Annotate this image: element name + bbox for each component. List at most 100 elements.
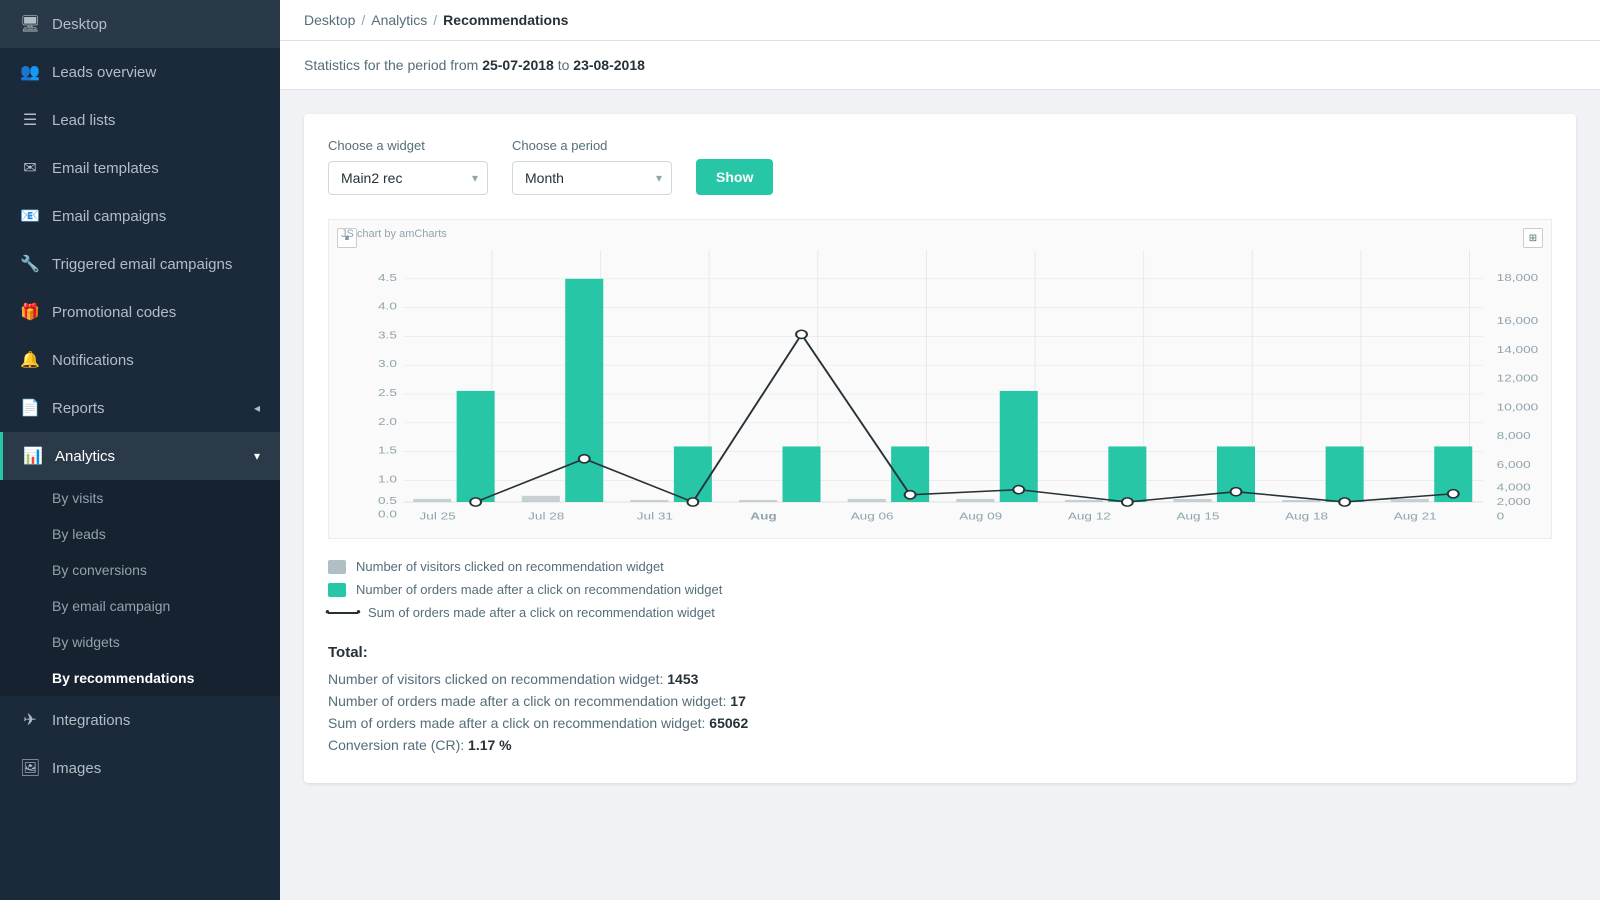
period-label: Choose a period	[512, 138, 672, 153]
by-conversions-label: By conversions	[52, 562, 147, 578]
chart-label: JS chart by amCharts	[341, 228, 447, 240]
breadcrumb-desktop[interactable]: Desktop	[304, 12, 355, 28]
notifications-icon: 🔔	[20, 350, 40, 370]
show-button[interactable]: Show	[696, 159, 773, 195]
sidebar-item-email-templates[interactable]: ✉ Email templates	[0, 144, 280, 192]
sidebar-item-leads-overview[interactable]: 👥 Leads overview	[0, 48, 280, 96]
sidebar-item-label: Promotional codes	[52, 304, 176, 321]
totals-title: Total:	[328, 644, 1552, 661]
legend-item-visitors: Number of visitors clicked on recommenda…	[328, 559, 1552, 574]
svg-text:16,000: 16,000	[1497, 315, 1539, 327]
sidebar-item-by-recommendations[interactable]: By recommendations	[0, 660, 280, 696]
svg-text:0: 0	[1497, 510, 1505, 522]
legend-swatch-gray	[328, 560, 346, 574]
widget-select[interactable]: Main2 rec	[328, 161, 488, 195]
by-widgets-label: By widgets	[52, 634, 120, 650]
sidebar-item-by-conversions[interactable]: By conversions	[0, 552, 280, 588]
svg-text:0.0: 0.0	[378, 508, 397, 520]
totals-section: Total: Number of visitors clicked on rec…	[328, 644, 1552, 753]
totals-label-visitors: Number of visitors clicked on recommenda…	[328, 671, 667, 687]
widget-panel: Choose a widget Main2 rec Choose a perio…	[304, 114, 1576, 783]
legend: Number of visitors clicked on recommenda…	[328, 559, 1552, 620]
email-templates-icon: ✉	[20, 158, 40, 178]
legend-line-sum	[328, 612, 358, 614]
sidebar-item-label: Integrations	[52, 712, 130, 729]
totals-label-sum: Sum of orders made after a click on reco…	[328, 715, 709, 731]
svg-text:14,000: 14,000	[1497, 343, 1539, 355]
svg-text:2.0: 2.0	[378, 415, 397, 427]
widget-label: Choose a widget	[328, 138, 488, 153]
sidebar-item-label: Desktop	[52, 16, 107, 33]
totals-value-visitors: 1453	[667, 671, 698, 687]
widget-select-wrapper: Main2 rec	[328, 161, 488, 195]
sidebar-item-by-visits[interactable]: By visits	[0, 480, 280, 516]
sidebar-item-label: Email campaigns	[52, 208, 166, 225]
sidebar-item-label: Lead lists	[52, 112, 115, 129]
sidebar-item-reports[interactable]: 📄 Reports ◂	[0, 384, 280, 432]
totals-label-cr: Conversion rate (CR):	[328, 737, 468, 753]
totals-value-orders: 17	[730, 693, 746, 709]
svg-text:Aug: Aug	[750, 510, 776, 522]
legend-item-sum: Sum of orders made after a click on reco…	[328, 605, 1552, 620]
sidebar-item-promo-codes[interactable]: 🎁 Promotional codes	[0, 288, 280, 336]
analytics-chevron-icon: ▾	[254, 449, 260, 463]
sidebar-item-lead-lists[interactable]: ☰ Lead lists	[0, 96, 280, 144]
totals-label-orders: Number of orders made after a click on r…	[328, 693, 730, 709]
sidebar-item-desktop[interactable]: 🖥 Desktop	[0, 0, 280, 48]
reports-chevron-icon: ◂	[254, 401, 260, 415]
sidebar-item-by-widgets[interactable]: By widgets	[0, 624, 280, 660]
by-visits-label: By visits	[52, 490, 103, 506]
svg-text:4.0: 4.0	[378, 300, 397, 312]
svg-text:Aug 12: Aug 12	[1068, 510, 1111, 522]
legend-text-sum: Sum of orders made after a click on reco…	[368, 605, 715, 620]
sidebar-item-integrations[interactable]: ✈ Integrations	[0, 696, 280, 744]
controls-row: Choose a widget Main2 rec Choose a perio…	[328, 138, 1552, 195]
svg-text:Jul 25: Jul 25	[420, 510, 457, 522]
integrations-icon: ✈	[20, 710, 40, 730]
sidebar-item-label: Images	[52, 760, 101, 777]
svg-text:1.5: 1.5	[378, 444, 397, 456]
main-content: Desktop / Analytics / Recommendations St…	[280, 0, 1600, 900]
email-campaigns-icon: 📧	[20, 206, 40, 226]
analytics-icon: 📊	[23, 446, 43, 466]
by-recommendations-label: By recommendations	[52, 670, 194, 686]
svg-text:1.0: 1.0	[378, 473, 397, 485]
stats-from: 25-07-2018	[482, 57, 554, 73]
sidebar-item-label: Reports	[52, 400, 105, 417]
sidebar-item-by-email-campaign[interactable]: By email campaign	[0, 588, 280, 624]
chart-svg-wrapper: 4.5 4.0 3.5 3.0 2.5 2.0 1.5 1.0 0.5 0.0 …	[329, 250, 1551, 538]
sidebar-item-triggered-campaigns[interactable]: 🔧 Triggered email campaigns	[0, 240, 280, 288]
sidebar: 🖥 Desktop 👥 Leads overview ☰ Lead lists …	[0, 0, 280, 900]
totals-row-cr: Conversion rate (CR): 1.17 %	[328, 737, 1552, 753]
svg-text:6,000: 6,000	[1497, 459, 1531, 471]
period-select[interactable]: Day Week Month Quarter Year	[512, 161, 672, 195]
content-area: Choose a widget Main2 rec Choose a perio…	[280, 90, 1600, 900]
chart-container: ⏸ JS chart by amCharts ⊞	[328, 219, 1552, 539]
triggered-icon: 🔧	[20, 254, 40, 274]
svg-text:4,000: 4,000	[1497, 481, 1531, 493]
top-bar: Desktop / Analytics / Recommendations	[280, 0, 1600, 41]
analytics-submenu: By visits By leads By conversions By ema…	[0, 480, 280, 696]
sidebar-item-analytics[interactable]: 📊 Analytics ▾	[0, 432, 280, 480]
svg-text:18,000: 18,000	[1497, 271, 1539, 283]
sidebar-item-by-leads[interactable]: By leads	[0, 516, 280, 552]
images-icon: 🖼	[20, 758, 40, 778]
reports-icon: 📄	[20, 398, 40, 418]
legend-swatch-cyan	[328, 583, 346, 597]
svg-text:Jul 31: Jul 31	[637, 510, 674, 522]
sidebar-item-notifications[interactable]: 🔔 Notifications	[0, 336, 280, 384]
sidebar-item-label: Leads overview	[52, 64, 156, 81]
chart-expand-button[interactable]: ⊞	[1523, 228, 1543, 248]
breadcrumb-sep1: /	[361, 12, 365, 28]
legend-text-visitors: Number of visitors clicked on recommenda…	[356, 559, 664, 574]
legend-item-orders: Number of orders made after a click on r…	[328, 582, 1552, 597]
sidebar-item-images[interactable]: 🖼 Images	[0, 744, 280, 792]
breadcrumb-analytics[interactable]: Analytics	[371, 12, 427, 28]
stats-to: 23-08-2018	[573, 57, 645, 73]
period-control: Choose a period Day Week Month Quarter Y…	[512, 138, 672, 195]
sidebar-item-email-campaigns[interactable]: 📧 Email campaigns	[0, 192, 280, 240]
by-leads-label: By leads	[52, 526, 106, 542]
desktop-icon: 🖥	[20, 14, 40, 34]
svg-text:3.5: 3.5	[378, 329, 397, 341]
legend-text-orders: Number of orders made after a click on r…	[356, 582, 722, 597]
